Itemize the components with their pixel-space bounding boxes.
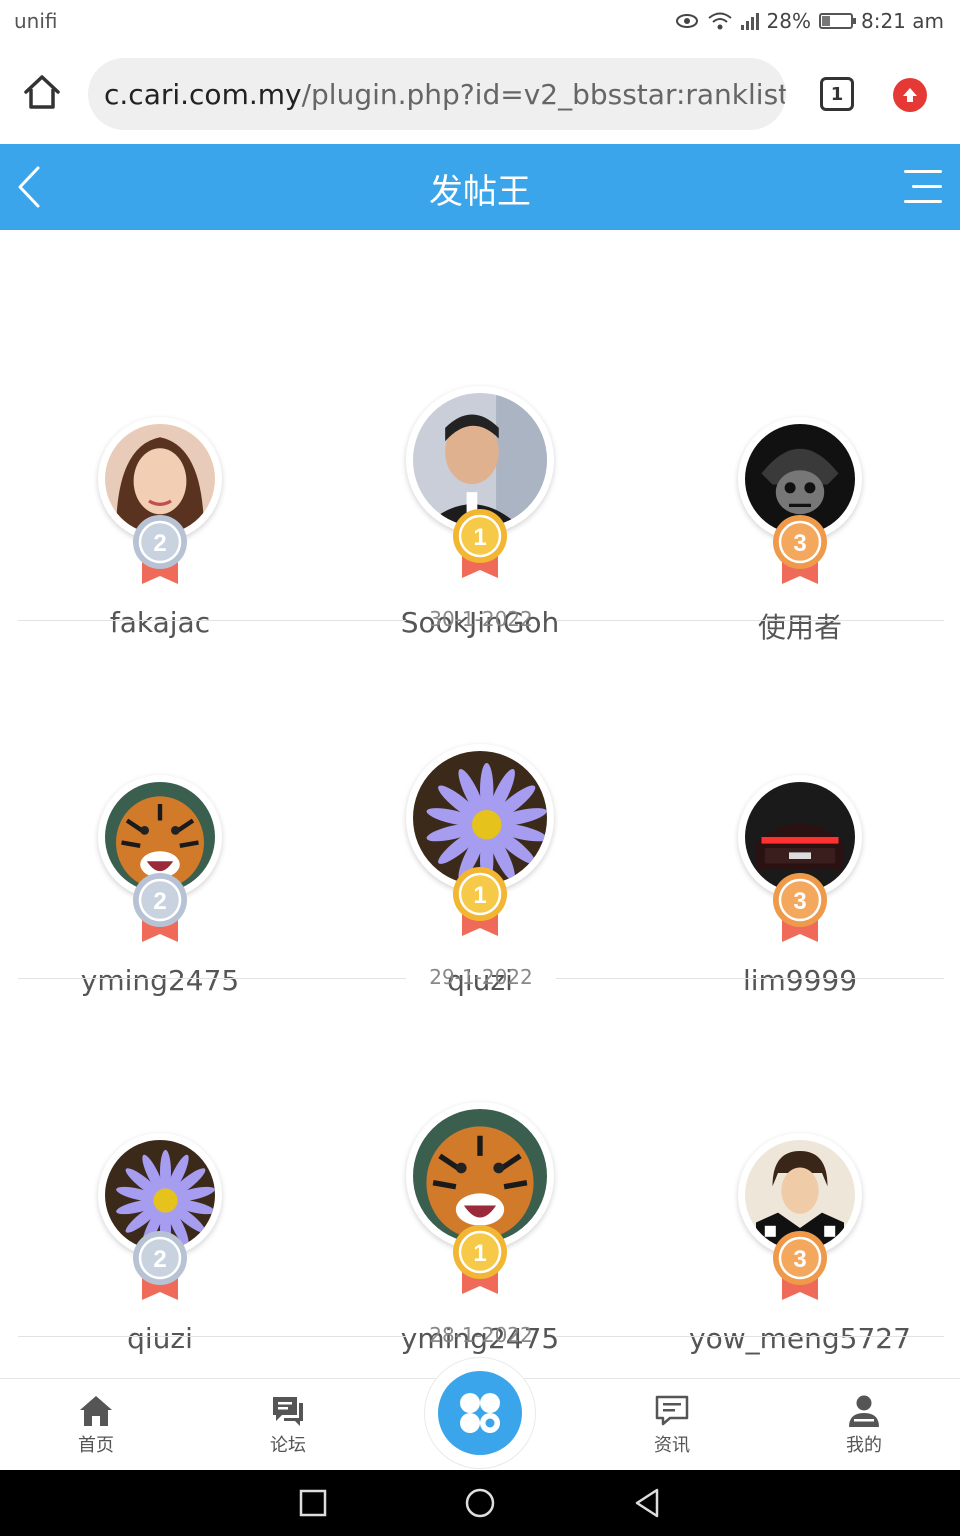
- rank-item-2[interactable]: 2 fakajac: [0, 300, 320, 639]
- medal-3-icon: 3: [768, 1226, 832, 1306]
- page-title: 发帖王: [429, 172, 531, 212]
- menu-icon[interactable]: [902, 168, 942, 206]
- rank-item-2[interactable]: 2 qiuzi: [0, 1016, 320, 1355]
- medal-3-icon: 3: [768, 868, 832, 948]
- svg-text:1: 1: [473, 882, 486, 909]
- svg-text:2: 2: [153, 888, 166, 915]
- recent-apps-icon[interactable]: [296, 1486, 330, 1520]
- svg-text:2: 2: [153, 530, 166, 557]
- home-icon: [80, 1396, 112, 1426]
- nav-profile[interactable]: 我的: [804, 1393, 924, 1457]
- nav-home[interactable]: 首页: [36, 1393, 156, 1457]
- nav-label: 首页: [78, 1435, 114, 1456]
- battery-percent: 28%: [766, 9, 811, 33]
- rank-item-3[interactable]: 3 lim9999: [640, 658, 960, 997]
- user-icon: [849, 1395, 879, 1427]
- news-icon: [655, 1395, 689, 1426]
- tab-count: 1: [830, 83, 844, 105]
- day-ranking: 2 qiuzi 1 yming2475 3 yow_meng5727 28-1-2022: [0, 946, 960, 1355]
- svg-text:2: 2: [153, 1246, 166, 1273]
- back-triangle-icon[interactable]: [630, 1486, 664, 1520]
- update-icon[interactable]: [893, 78, 927, 112]
- home-circle-icon[interactable]: [463, 1486, 497, 1520]
- eye-icon: [675, 14, 698, 28]
- arrow-up-icon: [903, 88, 917, 102]
- medal-2-icon: 2: [128, 510, 192, 590]
- bottom-nav: 首页 论坛 资讯 我的: [0, 1357, 960, 1470]
- medal-3-icon: 3: [768, 510, 832, 590]
- clock: 8:21 am: [860, 9, 944, 33]
- rank-item-1[interactable]: 1 SookJinGoh: [320, 300, 640, 639]
- forum-icon: [273, 1397, 303, 1426]
- nav-label: 论坛: [270, 1435, 306, 1456]
- nav-label: 我的: [846, 1435, 882, 1456]
- svg-text:1: 1: [473, 524, 486, 551]
- battery-icon: [818, 13, 856, 29]
- medal-1-icon: 1: [448, 1220, 512, 1300]
- url-path: /plugin.php?id=v2_bbsstar:ranklist&ty: [301, 77, 786, 111]
- svg-text:1: 1: [473, 1240, 486, 1267]
- url-host: c.cari.com.my: [104, 77, 302, 111]
- apps-grid-icon[interactable]: [438, 1371, 522, 1455]
- nav-forum[interactable]: 论坛: [228, 1393, 348, 1457]
- signal-icon: [740, 12, 759, 30]
- medal-1-icon: 1: [448, 862, 512, 942]
- rank-item-1[interactable]: 1 qiuzi: [320, 658, 640, 997]
- system-nav-bar: [0, 1470, 960, 1536]
- svg-text:3: 3: [793, 888, 806, 915]
- nav-news[interactable]: 资讯: [612, 1393, 732, 1457]
- medal-2-icon: 2: [128, 1226, 192, 1306]
- nav-label: 资讯: [654, 1435, 690, 1456]
- rank-item-2[interactable]: 2 yming2475: [0, 658, 320, 997]
- tab-switcher-icon[interactable]: 1: [820, 77, 854, 111]
- status-bar: unifi 28% 8:21 am: [0, 0, 960, 44]
- ranking-date: 28-1-2022: [429, 1323, 533, 1347]
- medal-2-icon: 2: [128, 868, 192, 948]
- carrier-name: unifi: [14, 9, 58, 33]
- svg-text:3: 3: [793, 1246, 806, 1273]
- home-icon[interactable]: [22, 72, 62, 112]
- day-ranking: 2 yming2475 1 qiuzi 3 lim9999 29-1-2022: [0, 588, 960, 997]
- app-header: 发帖王: [0, 144, 960, 230]
- address-bar[interactable]: c.cari.com.my/plugin.php?id=v2_bbsstar:r…: [88, 58, 786, 130]
- wifi-icon: [707, 12, 732, 30]
- rank-item-3[interactable]: 3 yow_meng5727: [640, 1016, 960, 1355]
- day-ranking: 2 fakajac 1 SookJinGoh 3 使用者 30-1-2022: [0, 230, 960, 644]
- status-icons: 28% 8:21 am: [675, 9, 944, 33]
- medal-1-icon: 1: [448, 504, 512, 584]
- apps-grid-glyph: [460, 1393, 500, 1433]
- rank-item-3[interactable]: 3 使用者: [640, 300, 960, 644]
- ranking-list: 2 fakajac 1 SookJinGoh 3 使用者 30-1-2022 2 yming24…: [0, 230, 960, 1378]
- svg-text:3: 3: [793, 530, 806, 557]
- browser-toolbar: c.cari.com.my/plugin.php?id=v2_bbsstar:r…: [0, 44, 960, 144]
- date-divider: 28-1-2022: [18, 1321, 944, 1351]
- rank-item-1[interactable]: 1 yming2475: [320, 1016, 640, 1355]
